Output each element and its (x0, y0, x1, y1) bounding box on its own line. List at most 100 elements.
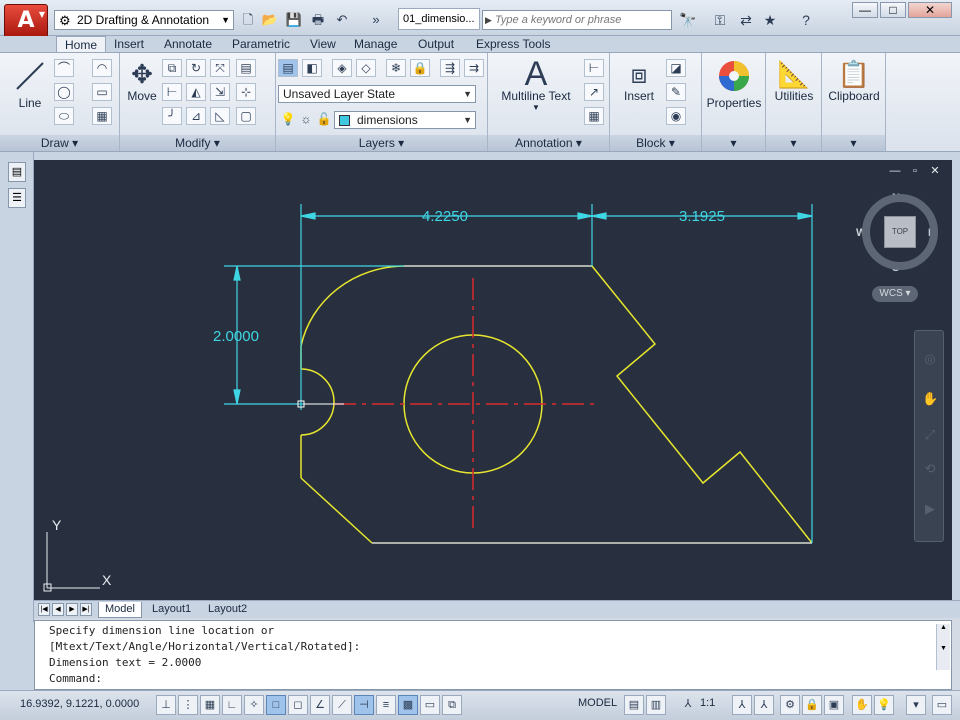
undo-icon[interactable]: ↶ (332, 10, 352, 30)
last-layout-icon[interactable]: ▶| (80, 603, 92, 616)
scale-icon[interactable]: ⇲ (210, 83, 230, 101)
create-block-icon[interactable]: ◪ (666, 59, 686, 77)
key-icon[interactable]: ⚿ (710, 10, 730, 30)
infer-constraints-icon[interactable]: ⊥ (156, 695, 176, 715)
extend-icon[interactable]: ◺ (210, 107, 230, 125)
command-scrollbar[interactable]: ▲ ▼ (936, 624, 950, 670)
clipboard-panel-title[interactable]: ▾ (822, 135, 885, 151)
draw-panel-title[interactable]: Draw ▾ (0, 135, 119, 151)
utilities-panel-title[interactable]: ▾ (766, 135, 821, 151)
object-snap-tracking-icon[interactable]: ∠ (310, 695, 330, 715)
model-space-toggle[interactable]: MODEL (578, 697, 617, 709)
edit-block-icon[interactable]: ✎ (666, 83, 686, 101)
offset-icon[interactable]: ⊿ (186, 107, 206, 125)
layer-icon[interactable]: ◧ (302, 59, 322, 77)
drawing-geometry[interactable]: 4.2250 3.1925 2.0000 Y X (34, 160, 952, 600)
viewport-restore-icon[interactable]: ▫ (908, 164, 922, 178)
hatch-icon[interactable]: ▦ (92, 107, 112, 125)
sheet-set-icon[interactable]: ▤ (8, 162, 26, 182)
auto-scale-icon[interactable]: ⅄ (754, 695, 774, 715)
mirror-icon[interactable]: ◭ (186, 83, 206, 101)
properties-palette-icon[interactable]: ☰ (8, 188, 26, 208)
quick-view-icon[interactable]: ▥ (646, 695, 666, 715)
exchange-icon[interactable]: ⇄ (736, 10, 756, 30)
utilities-button[interactable]: 📐 Utilities (768, 59, 820, 103)
rectangle-icon[interactable]: ▭ (92, 83, 112, 101)
new-icon[interactable]: 🗋 (238, 10, 258, 30)
lock-ui-icon[interactable]: 🔒 (802, 695, 822, 715)
ortho-mode-icon[interactable]: ∟ (222, 695, 242, 715)
overflow-icon[interactable]: » (370, 10, 382, 30)
arc-icon[interactable]: ◠ (92, 59, 112, 77)
layer-properties-icon[interactable]: ▤ (278, 59, 298, 77)
insert-button[interactable]: ⧈ Insert (616, 59, 662, 103)
transparency-icon[interactable]: ▩ (398, 695, 418, 715)
orbit-icon[interactable]: ⟲ (922, 461, 938, 477)
move-button[interactable]: ✥ Move (124, 59, 160, 103)
lightbulb-icon[interactable]: 💡 (874, 695, 894, 715)
layout-view-icon[interactable]: ▤ (624, 695, 644, 715)
command-window[interactable]: Specify dimension line location or [Mtex… (34, 620, 952, 690)
next-layout-icon[interactable]: ▶ (66, 603, 78, 616)
block-panel-title[interactable]: Block ▾ (610, 135, 701, 151)
application-menu-button[interactable]: A ▼ (4, 4, 48, 38)
annotation-panel-title[interactable]: Annotation ▾ (488, 135, 609, 151)
viewcube-top-face[interactable]: TOP (884, 216, 916, 248)
line-button[interactable]: Line (10, 59, 50, 110)
table-icon[interactable]: ▦ (584, 107, 604, 125)
layer-lock-icon[interactable]: 🔒 (410, 59, 430, 77)
explode-icon[interactable]: ⊹ (236, 83, 256, 101)
tab-insert[interactable]: Insert (106, 36, 152, 52)
layer-match-icon[interactable]: ⇶ (440, 59, 460, 77)
layer-freeze-icon[interactable]: ❄ (386, 59, 406, 77)
workspace-switcher[interactable]: ⚙ 2D Drafting & Annotation ▼ (54, 10, 234, 30)
tab-model[interactable]: Model (98, 602, 142, 618)
tab-home[interactable]: Home (56, 36, 107, 52)
tab-annotate[interactable]: Annotate (156, 36, 220, 52)
tab-layout1[interactable]: Layout1 (146, 602, 197, 618)
clean-screen-icon[interactable]: ▭ (932, 695, 952, 715)
array-icon[interactable]: ▤ (236, 59, 256, 77)
properties-panel-title[interactable]: ▾ (702, 135, 765, 151)
workspace-switching-icon[interactable]: ⚙ (780, 695, 800, 715)
multiline-text-button[interactable]: A Multiline Text ▼ (496, 57, 576, 112)
layer-isolate-icon[interactable]: ◈ (332, 59, 352, 77)
tab-layout2[interactable]: Layout2 (202, 602, 253, 618)
polyline-icon[interactable]: ⌒ (54, 59, 74, 77)
modify-panel-title[interactable]: Modify ▾ (120, 135, 275, 151)
layer-off-icon[interactable]: ◇ (356, 59, 376, 77)
selection-cycling-icon[interactable]: ⧉ (442, 695, 462, 715)
ellipse-icon[interactable]: ⬭ (54, 107, 74, 125)
binoculars-icon[interactable]: 🔭 (678, 10, 698, 30)
grid-display-icon[interactable]: ▦ (200, 695, 220, 715)
layer-walk-icon[interactable]: ⇉ (464, 59, 484, 77)
layer-select[interactable]: dimensions ▼ (334, 111, 476, 129)
tab-manage[interactable]: Manage (346, 36, 405, 52)
tab-express-tools[interactable]: Express Tools (468, 36, 558, 52)
pan-icon[interactable]: ✋ (922, 391, 938, 407)
print-icon[interactable]: 🖶 (308, 10, 328, 30)
leader-icon[interactable]: ↗ (584, 83, 604, 101)
3d-osnap-icon[interactable]: ◻ (288, 695, 308, 715)
viewport-close-icon[interactable]: ✕ (928, 164, 942, 178)
help-icon[interactable]: ? (796, 10, 816, 30)
isolate-objects-icon[interactable]: ✋ (852, 695, 872, 715)
object-snap-icon[interactable]: □ (266, 695, 286, 715)
dimension-icon[interactable]: ⊢ (584, 59, 604, 77)
tab-output[interactable]: Output (410, 36, 462, 52)
annotation-scale-icon[interactable]: ⅄ (678, 695, 698, 715)
viewport-minimize-icon[interactable]: — (888, 164, 902, 178)
tab-view[interactable]: View (302, 36, 344, 52)
fillet-icon[interactable]: ╯ (162, 107, 182, 125)
rotate-icon[interactable]: ↻ (186, 59, 206, 77)
layers-panel-title[interactable]: Layers ▾ (276, 135, 487, 151)
dimension-text-top-right[interactable]: 3.1925 (679, 208, 725, 225)
snap-mode-icon[interactable]: ⋮ (178, 695, 198, 715)
stretch-icon[interactable]: ⤧ (210, 59, 230, 77)
save-icon[interactable]: 💾 (284, 10, 304, 30)
lineweight-icon[interactable]: ≡ (376, 695, 396, 715)
tab-parametric[interactable]: Parametric (224, 36, 298, 52)
properties-button[interactable]: Properties (704, 59, 764, 110)
wcs-menu[interactable]: WCS ▾ (872, 286, 918, 302)
attribute-icon[interactable]: ◉ (666, 107, 686, 125)
